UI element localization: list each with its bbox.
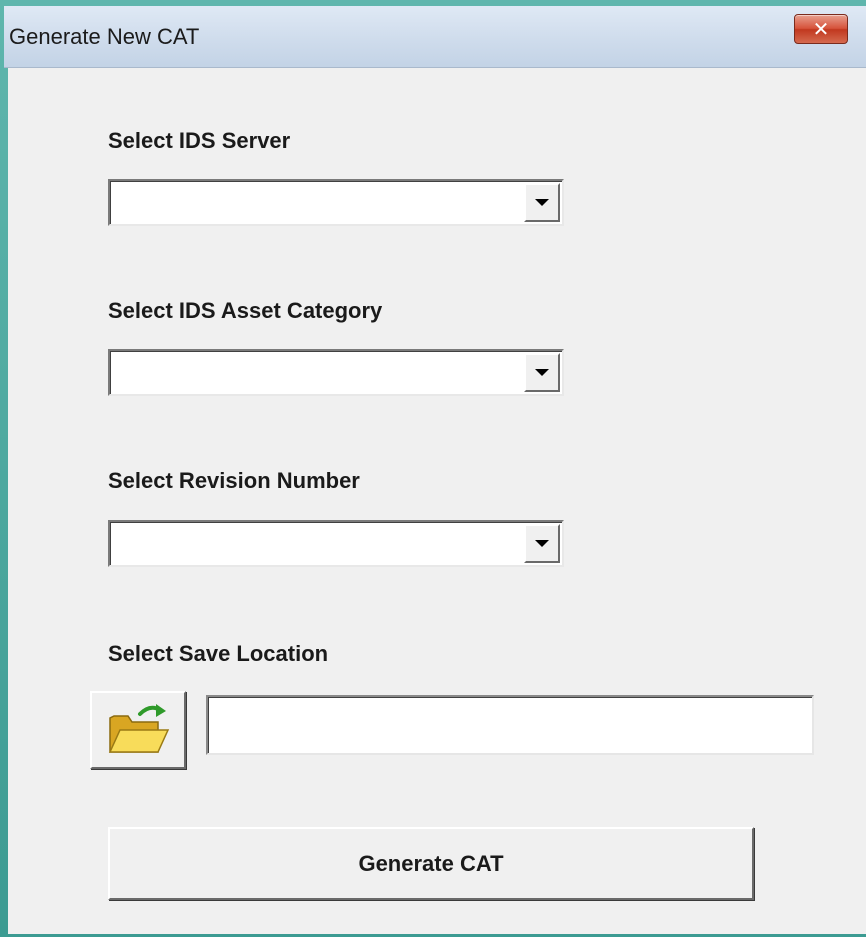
dialog-window: Generate New CAT ✕ Select IDS Server Sel… [0, 0, 866, 937]
generate-cat-button[interactable]: Generate CAT [108, 827, 754, 900]
asset-category-combobox[interactable] [108, 349, 564, 396]
chevron-down-icon [535, 199, 549, 206]
dialog-body: Select IDS Server Select IDS Asset Categ… [8, 68, 866, 934]
close-button[interactable]: ✕ [794, 14, 848, 44]
ids-server-dropdown-button[interactable] [524, 183, 560, 222]
revision-number-label: Select Revision Number [108, 468, 360, 493]
asset-category-dropdown-button[interactable] [524, 353, 560, 392]
revision-number-dropdown-button[interactable] [524, 524, 560, 563]
revision-number-combobox[interactable] [108, 520, 564, 567]
close-icon: ✕ [812, 17, 830, 41]
ids-server-label: Select IDS Server [108, 128, 291, 153]
chevron-down-icon [535, 540, 549, 547]
title-bar[interactable]: Generate New CAT ✕ [4, 6, 866, 68]
save-location-label: Select Save Location [108, 641, 329, 666]
browse-folder-button[interactable] [90, 691, 186, 769]
asset-category-label: Select IDS Asset Category [108, 298, 383, 323]
save-location-input[interactable] [206, 695, 814, 755]
ids-server-combobox[interactable] [108, 179, 564, 226]
chevron-down-icon [535, 369, 549, 376]
open-folder-icon [108, 704, 170, 753]
window-title: Generate New CAT [9, 24, 200, 49]
